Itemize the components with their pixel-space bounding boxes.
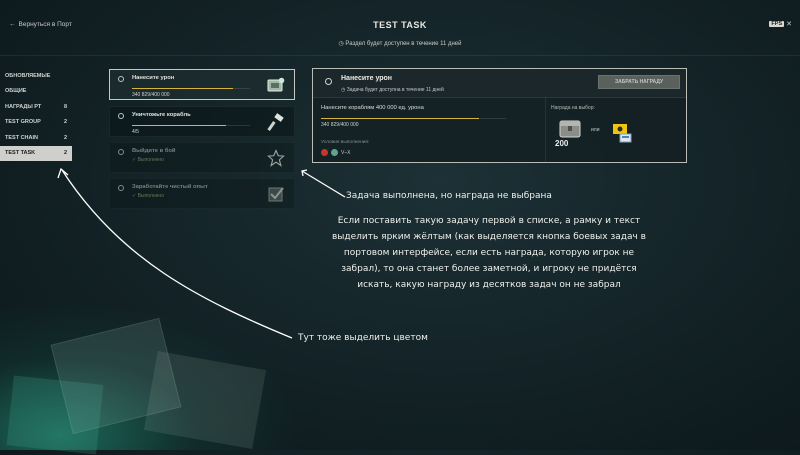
annotation-note-3: Тут тоже выделить цветом [298, 333, 428, 343]
annotation-note-1: Задача выполнена, но награда не выбрана [346, 191, 552, 201]
arrow-to-detail [301, 170, 346, 198]
annotation-note-2: Если поставить такую задачу первой в спи… [332, 216, 646, 290]
arrow-to-sidebar [61, 169, 293, 339]
